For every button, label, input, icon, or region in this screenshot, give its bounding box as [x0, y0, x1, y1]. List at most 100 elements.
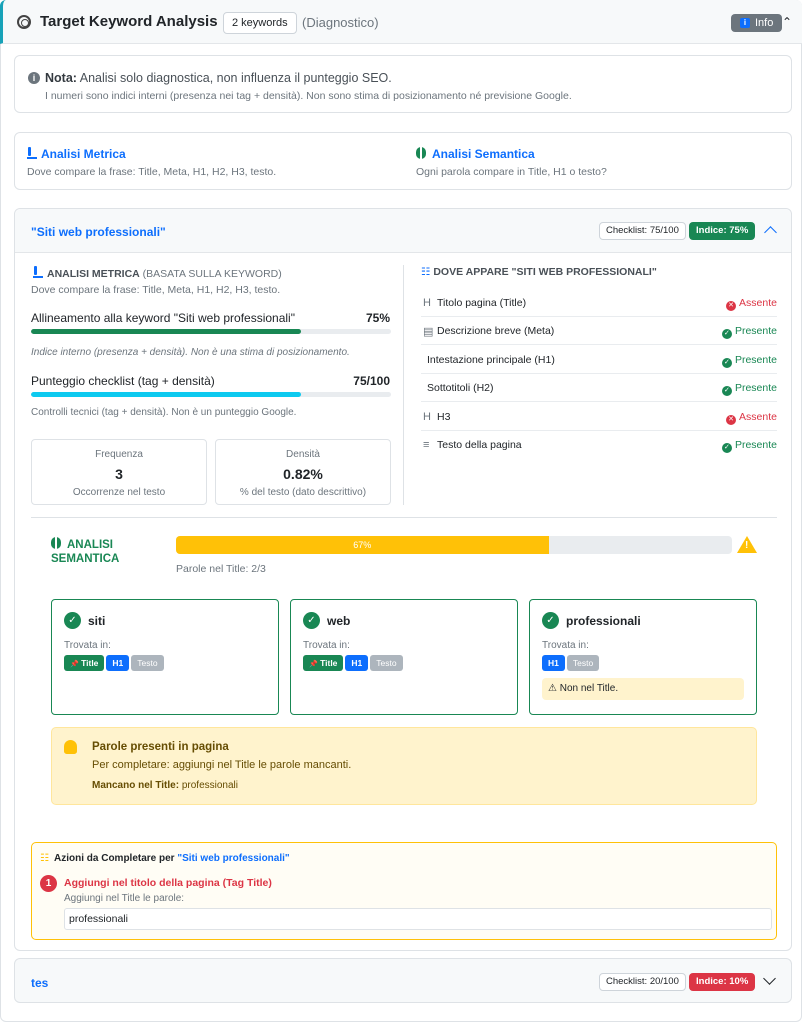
pin-icon: 📌 [309, 661, 318, 668]
where-row: H Titolo pagina (Title) ✕ Assente [421, 289, 777, 317]
alignment-progress [31, 329, 391, 334]
density-label: Densità [286, 449, 320, 460]
panel-title: Target Keyword Analysis [40, 13, 218, 30]
where-row-label: Titolo pagina (Title) [437, 297, 527, 309]
frequency-stat: Frequenza 3 Occorrenze nel testo [31, 439, 207, 505]
found-in-label: Trovata in: [64, 640, 111, 651]
row-icon: H [423, 297, 431, 309]
frequency-value: 3 [115, 466, 123, 482]
index-badge: Indice: 10% [689, 973, 756, 991]
semantic-progress-fill: 67% [176, 536, 549, 554]
word-label: siti [88, 614, 106, 628]
chevron-down-icon[interactable] [763, 972, 776, 985]
check-circle-icon: ✓ [721, 358, 732, 368]
keyword-count-badge: 2 keywords [223, 12, 297, 34]
info-button[interactable]: i Info [731, 14, 782, 32]
where-row-label: Descrizione breve (Meta) [437, 325, 555, 337]
section-divider [31, 517, 777, 518]
where-row: H H3 ✕ Assente [421, 403, 777, 431]
where-row: Intestazione principale (H1) ✓ Presente [421, 346, 777, 374]
missing-words-field[interactable]: professionali [64, 908, 772, 930]
column-divider [403, 265, 404, 505]
tag-testo: Testo [131, 655, 164, 671]
tag-title: 📌 Title [64, 655, 105, 671]
alignment-value: 75% [365, 311, 390, 325]
semantic-overview-desc: Ogni parola compare in Title, H1 o testo… [416, 166, 607, 178]
checklist-value: 75/100 [353, 374, 390, 388]
diagnostic-label: (Diagnostico) [302, 15, 379, 30]
word-card: ✓ siti Trovata in: 📌 Title H1 Testo [51, 599, 279, 715]
actions-box: ☷ Azioni da Completare per "Siti web pro… [31, 842, 777, 940]
where-row: ≡ Testo della pagina ✓ Presente [421, 431, 777, 459]
where-row-label: Intestazione principale (H1) [427, 354, 555, 366]
warning-icon [737, 536, 757, 553]
where-row: Sottotitoli (H2) ✓ Presente [421, 374, 777, 402]
list-icon: ☷ [40, 853, 49, 864]
microscope-icon [33, 266, 43, 278]
semantic-heading: ANALISI SEMANTICA [51, 537, 120, 565]
tip-box: Parole presenti in pagina Per completare… [51, 727, 757, 805]
brain-icon [416, 147, 426, 159]
tag-title: 📌 Title [303, 655, 344, 671]
info-label: Info [755, 17, 774, 29]
status-badge: ✕ Assente [726, 411, 777, 425]
check-circle-icon: ✓ [721, 443, 732, 453]
density-stat: Densità 0.82% % del testo (dato descritt… [215, 439, 391, 505]
tag-list: 📌 Title H1 Testo [303, 655, 405, 671]
action-number-badge: 1 [40, 875, 57, 892]
target-icon [17, 15, 31, 29]
action-sub: Aggiungi nel Title le parole: [64, 893, 185, 904]
row-icon: ▤ [423, 326, 434, 338]
found-in-label: Trovata in: [542, 640, 589, 651]
alignment-note: Indice interno (presenza + densità). Non… [31, 347, 350, 358]
checklist-label: Punteggio checklist (tag + densità) [31, 374, 215, 388]
frequency-label: Frequenza [95, 449, 143, 460]
metric-heading: ANALISI METRICA (BASATA SULLA KEYWORD) [33, 266, 282, 280]
check-circle-icon: ✓ [542, 612, 559, 629]
chevron-up-icon[interactable]: ⌃ [782, 15, 792, 29]
row-icon: H [423, 411, 431, 423]
status-badge: ✓ Presente [721, 439, 777, 453]
brain-icon [51, 537, 61, 549]
metric-desc: Dove compare la frase: Title, Meta, H1, … [31, 284, 281, 296]
row-icon: ≡ [423, 439, 430, 451]
status-badge: ✓ Presente [721, 325, 777, 339]
x-circle-icon: ✕ [726, 301, 737, 311]
alignment-progress-fill [31, 329, 301, 334]
not-in-title-warning: ⚠ Non nel Title. [542, 678, 744, 700]
tip-title: Parole presenti in pagina [92, 741, 229, 753]
microscope-icon [27, 147, 37, 159]
status-badge: ✕ Assente [726, 297, 777, 311]
found-in-label: Trovata in: [303, 640, 350, 651]
tag-testo: Testo [566, 655, 600, 671]
density-sub: % del testo (dato descrittivo) [239, 487, 367, 498]
word-label: professionali [566, 614, 641, 628]
status-badge: ✓ Presente [721, 382, 777, 396]
panel-header[interactable]: Target Keyword Analysis 2 keywords (Diag… [0, 0, 802, 44]
index-badge: Indice: 75% [689, 222, 756, 240]
keyword-card-collapsed[interactable]: tes Checklist: 20/100 Indice: 10% [14, 958, 792, 1003]
info-circle-icon: i [28, 72, 40, 84]
check-circle-icon: ✓ [64, 612, 81, 629]
keyword-title: "Siti web professionali" [31, 225, 166, 239]
chevron-up-icon[interactable] [764, 226, 777, 239]
action-title: Aggiungi nel titolo della pagina (Tag Ti… [64, 877, 272, 889]
keyword-card-header[interactable]: "Siti web professionali" Checklist: 75/1… [15, 209, 791, 253]
tag-h1: H1 [542, 655, 565, 671]
where-heading: ☷ DOVE APPARE "SITI WEB PROFESSIONALI" [421, 266, 657, 278]
tag-testo: Testo [370, 655, 403, 671]
tag-h1: H1 [106, 655, 130, 671]
actions-heading: Azioni da Completare per "Siti web profe… [54, 853, 290, 864]
checklist-badge: Checklist: 75/100 [599, 222, 686, 240]
check-circle-icon: ✓ [303, 612, 320, 629]
word-label: web [327, 614, 351, 628]
words-in-title: Parole nel Title: 2/3 [176, 563, 266, 575]
check-circle-icon: ✓ [721, 386, 732, 396]
word-card: ✓ web Trovata in: 📌 Title H1 Testo [290, 599, 518, 715]
word-card: ✓ professionali Trovata in: H1 Testo ⚠ Non ne… [529, 599, 757, 715]
tag-list: 📌 Title H1 Testo [64, 655, 166, 671]
where-row-label: H3 [437, 411, 451, 423]
checklist-icon: ☷ [421, 266, 431, 278]
check-circle-icon: ✓ [721, 329, 732, 339]
info-icon: i [740, 18, 750, 28]
